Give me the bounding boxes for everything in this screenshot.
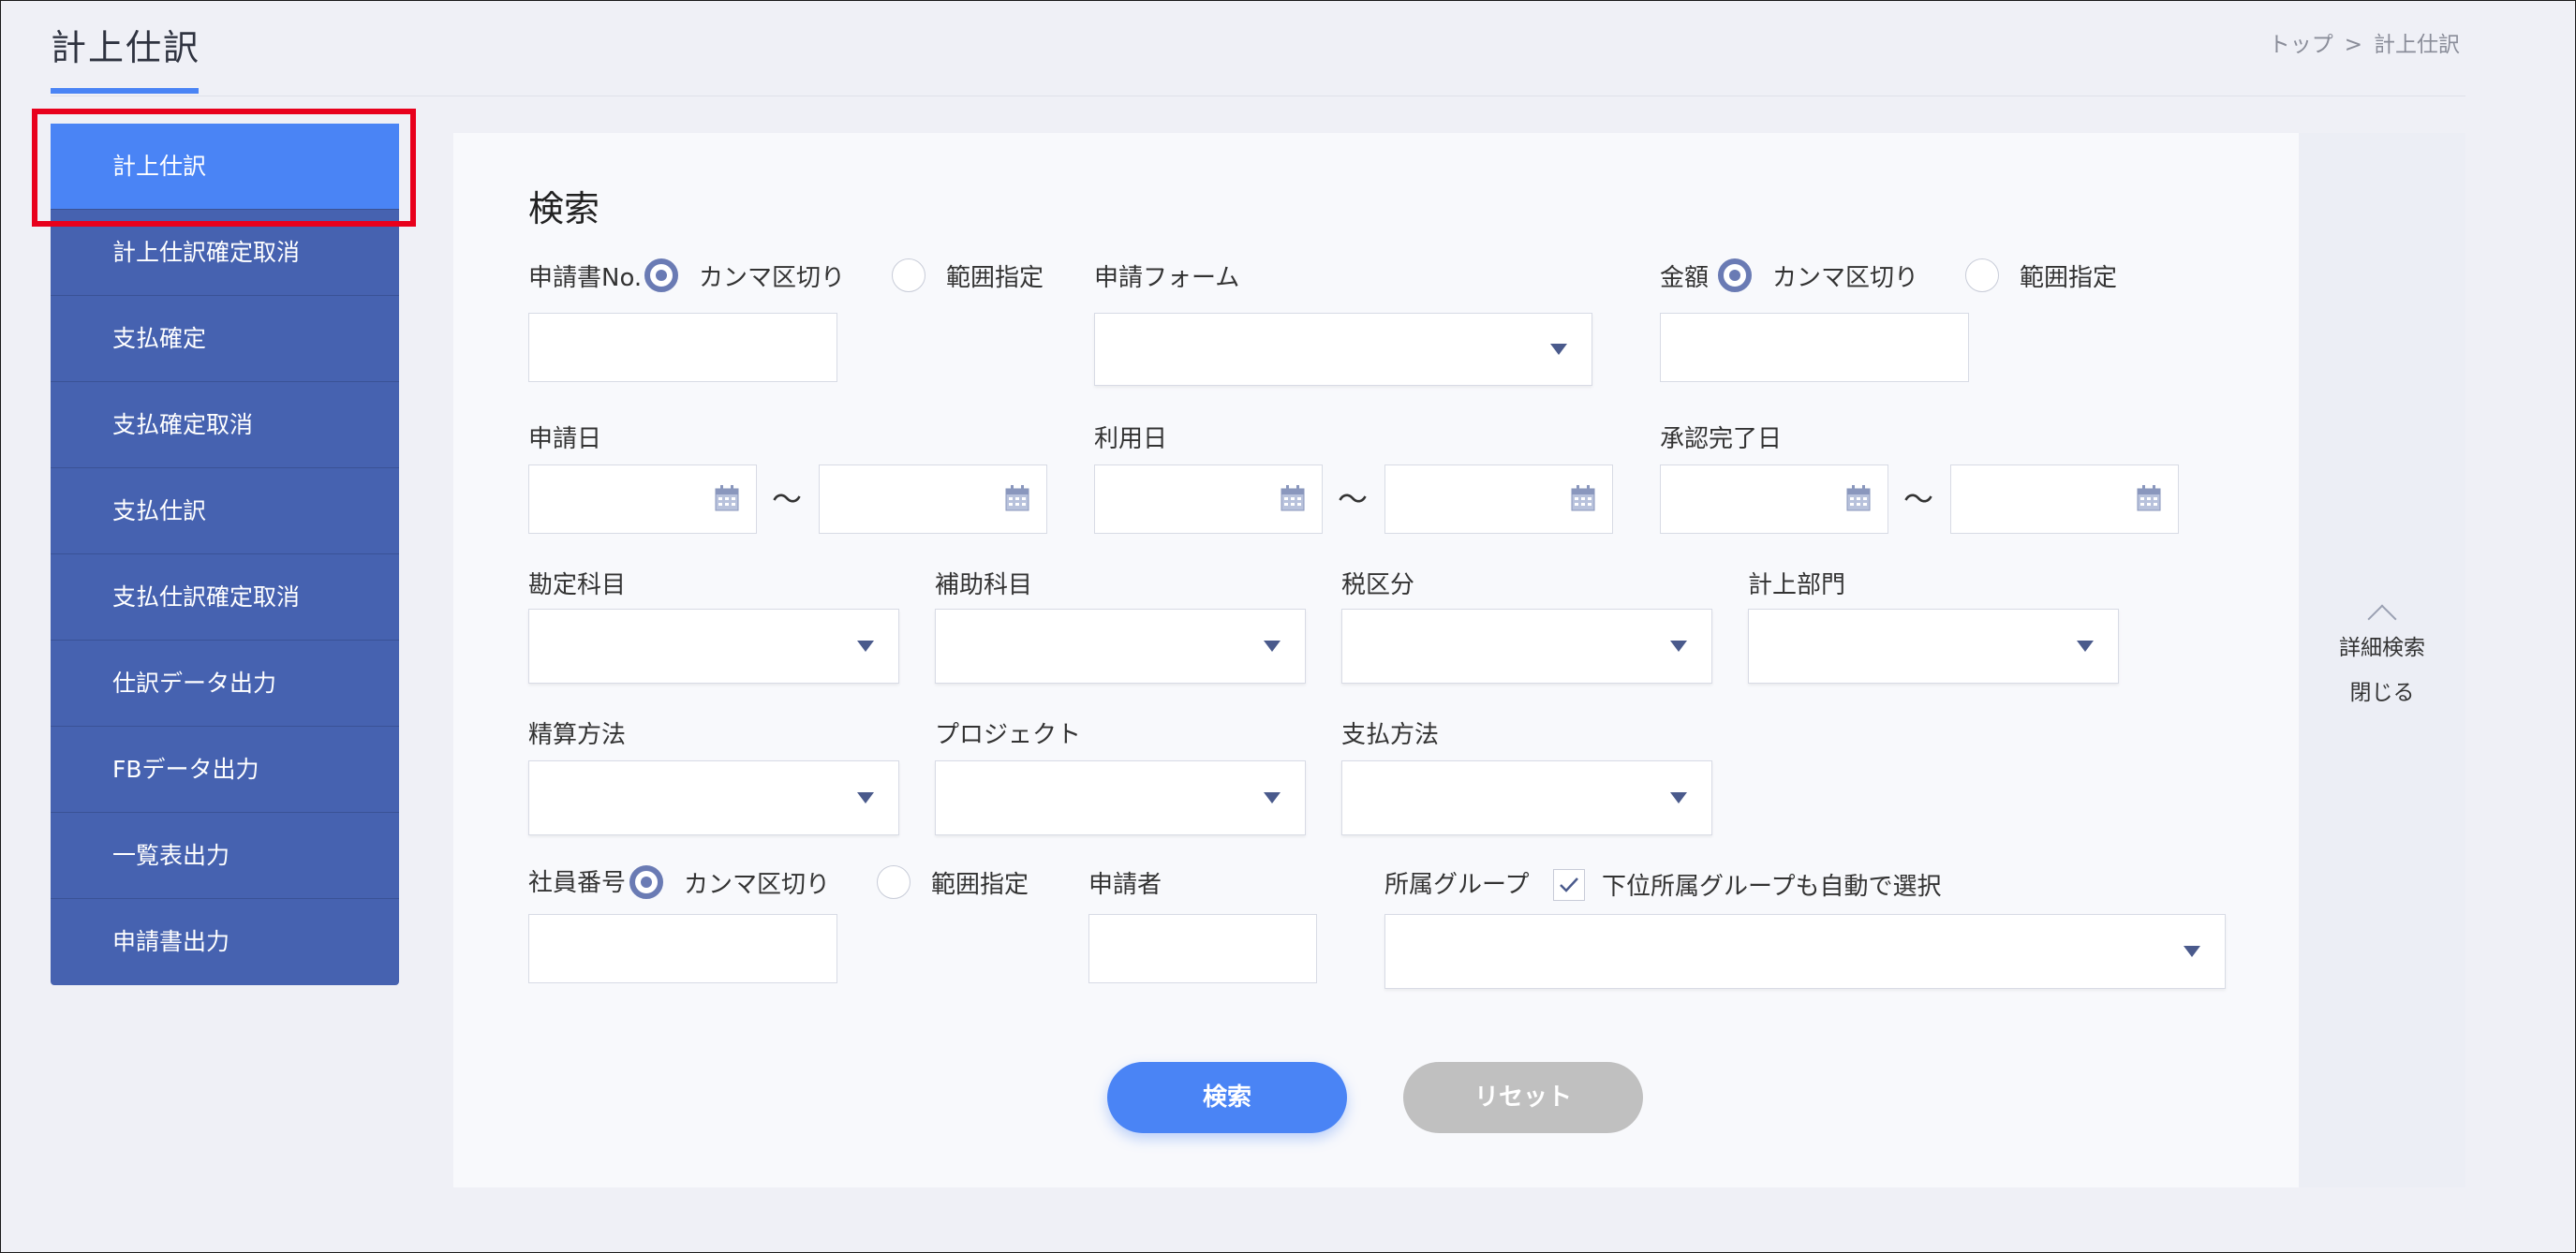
chevron-down-icon	[1264, 641, 1281, 652]
search-title: 検索	[528, 188, 600, 229]
amount-range-label: 範囲指定	[2020, 264, 2118, 292]
calendar-icon	[1005, 485, 1029, 511]
sidebar-item-payment-confirm-cancel[interactable]: 支払確定取消	[51, 382, 399, 468]
amount-input[interactable]	[1660, 313, 1969, 382]
calendar-icon	[1281, 485, 1305, 511]
application-date-to[interactable]	[819, 464, 1047, 534]
application-form-select[interactable]	[1094, 313, 1592, 386]
sidebar-item-list-export[interactable]: 一覧表出力	[51, 813, 399, 899]
application-no-label: 申請書No.	[528, 264, 643, 292]
application-no-input[interactable]	[528, 313, 837, 382]
amount-comma-label: カンマ区切り	[1772, 264, 1919, 292]
payment-method-label: 支払方法	[1341, 721, 1440, 749]
sidebar: 計上仕訳 計上仕訳確定取消 支払確定 支払確定取消 支払仕訳 支払仕訳確定取消 …	[51, 124, 399, 985]
approval-date-separator: 〜	[1903, 481, 1934, 517]
breadcrumb-separator: >	[2344, 33, 2362, 57]
amount-comma-radio[interactable]	[1718, 258, 1752, 292]
application-no-comma-radio[interactable]	[644, 258, 678, 292]
chevron-down-icon	[857, 641, 874, 652]
application-date-label: 申請日	[528, 425, 602, 453]
employee-no-input[interactable]	[528, 914, 837, 983]
advanced-search-toggle[interactable]: 詳細検索 閉じる	[2299, 133, 2465, 1187]
application-no-comma-label: カンマ区切り	[699, 264, 846, 292]
settlement-method-label: 精算方法	[528, 721, 627, 749]
approval-date-to[interactable]	[1950, 464, 2179, 534]
chevron-down-icon	[1670, 641, 1687, 652]
chevron-down-icon	[2184, 946, 2200, 957]
sub-account-label: 補助科目	[935, 571, 1033, 599]
group-label: 所属グループ	[1384, 871, 1530, 899]
employee-no-range-label: 範囲指定	[931, 871, 1029, 899]
breadcrumb-current: 計上仕訳	[2374, 33, 2460, 57]
department-select[interactable]	[1748, 609, 2119, 684]
account-label: 勘定科目	[528, 571, 627, 599]
usage-date-separator: 〜	[1338, 481, 1369, 517]
advanced-search-label: 詳細検索	[2339, 636, 2425, 660]
employee-no-comma-radio[interactable]	[629, 865, 663, 899]
sidebar-item-application-export[interactable]: 申請書出力	[51, 899, 399, 985]
page-title: 計上仕訳	[51, 27, 201, 68]
sidebar-item-payment-confirm[interactable]: 支払確定	[51, 296, 399, 382]
calendar-icon	[1571, 485, 1595, 511]
title-underline	[51, 88, 199, 94]
sidebar-item-fb-export[interactable]: FBデータ出力	[51, 727, 399, 813]
search-panel: 検索 申請書No. カンマ区切り 範囲指定 申請フォーム 金額 カンマ区切り 範…	[453, 133, 2299, 1187]
breadcrumb: トップ > 計上仕訳	[2263, 26, 2465, 58]
sidebar-item-journal-export[interactable]: 仕訳データ出力	[51, 641, 399, 727]
approval-date-label: 承認完了日	[1660, 425, 1783, 453]
account-select[interactable]	[528, 609, 899, 684]
applicant-label: 申請者	[1088, 871, 1162, 899]
application-date-separator: 〜	[772, 481, 803, 517]
usage-date-to[interactable]	[1384, 464, 1613, 534]
chevron-down-icon	[1264, 792, 1281, 803]
amount-range-radio[interactable]	[1965, 258, 1999, 292]
highlight-box	[32, 109, 416, 227]
chevron-down-icon	[2077, 641, 2094, 652]
calendar-icon	[2137, 485, 2161, 511]
project-select[interactable]	[935, 760, 1306, 835]
calendar-icon	[1846, 485, 1871, 511]
group-select[interactable]	[1384, 914, 2226, 989]
sub-account-select[interactable]	[935, 609, 1306, 684]
settlement-method-select[interactable]	[528, 760, 899, 835]
sidebar-item-payment-journal-cancel[interactable]: 支払仕訳確定取消	[51, 554, 399, 641]
sidebar-item-payment-journal[interactable]: 支払仕訳	[51, 468, 399, 554]
tax-category-select[interactable]	[1341, 609, 1712, 684]
chevron-down-icon	[1550, 344, 1567, 355]
calendar-icon	[715, 485, 739, 511]
amount-label: 金額	[1660, 264, 1710, 292]
application-date-from[interactable]	[528, 464, 757, 534]
payment-method-select[interactable]	[1341, 760, 1712, 835]
employee-no-label: 社員番号	[528, 869, 627, 897]
applicant-input[interactable]	[1088, 914, 1317, 983]
employee-no-range-radio[interactable]	[877, 865, 910, 899]
application-no-range-label: 範囲指定	[946, 264, 1044, 292]
project-label: プロジェクト	[935, 721, 1082, 749]
search-button[interactable]: 検索	[1107, 1062, 1347, 1133]
application-form-label: 申請フォーム	[1094, 264, 1240, 292]
tax-category-label: 税区分	[1341, 571, 1415, 599]
subgroup-checkbox[interactable]	[1553, 869, 1585, 901]
chevron-down-icon	[857, 792, 874, 803]
employee-no-comma-label: カンマ区切り	[684, 871, 831, 899]
approval-date-from[interactable]	[1660, 464, 1888, 534]
reset-button[interactable]: リセット	[1403, 1062, 1643, 1133]
subgroup-checkbox-label: 下位所属グループも自動で選択	[1602, 873, 1942, 901]
usage-date-from[interactable]	[1094, 464, 1323, 534]
close-label: 閉じる	[2349, 681, 2415, 705]
department-label: 計上部門	[1748, 571, 1846, 599]
checkmark-icon	[1560, 877, 1578, 892]
chevron-down-icon	[1670, 792, 1687, 803]
application-no-range-radio[interactable]	[892, 258, 925, 292]
breadcrumb-home[interactable]: トップ	[2269, 33, 2333, 57]
usage-date-label: 利用日	[1094, 425, 1168, 453]
